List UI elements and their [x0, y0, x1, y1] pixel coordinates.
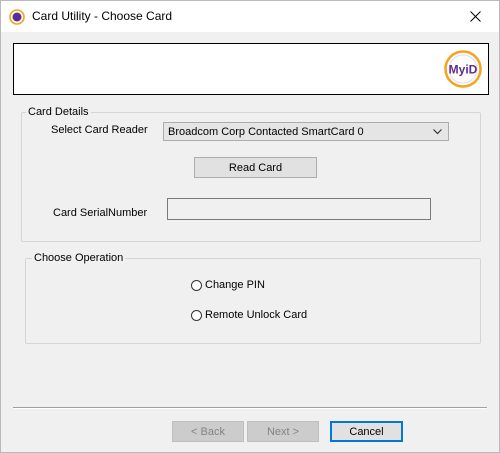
cancel-button[interactable]: Cancel [330, 421, 403, 442]
window-title: Card Utility - Choose Card [32, 9, 173, 23]
remote-unlock-label[interactable]: Remote Unlock Card [205, 309, 307, 321]
read-card-button[interactable]: Read Card [194, 157, 317, 178]
footer-divider [13, 407, 487, 409]
change-pin-radio[interactable] [191, 280, 202, 291]
myid-icon [9, 9, 25, 25]
logo-text: MyiD [449, 63, 478, 77]
select-reader-label: Select Card Reader [51, 124, 148, 136]
header-banner: MyiD [13, 43, 489, 95]
remote-unlock-radio[interactable] [191, 310, 202, 321]
dialog-window: Card Utility - Choose Card MyiD Card Det… [0, 0, 500, 453]
card-serial-field[interactable] [167, 198, 431, 220]
next-button[interactable]: Next > [247, 421, 319, 442]
card-reader-selected: Broadcom Corp Contacted SmartCard 0 [168, 126, 364, 138]
card-details-legend: Card Details [26, 106, 91, 118]
close-button[interactable] [453, 1, 499, 32]
card-reader-select[interactable]: Broadcom Corp Contacted SmartCard 0 [163, 122, 449, 141]
chevron-down-icon [433, 129, 442, 135]
choose-operation-legend: Choose Operation [32, 252, 126, 264]
change-pin-label[interactable]: Change PIN [205, 279, 265, 291]
close-icon [470, 11, 481, 22]
myid-logo: MyiD [444, 50, 482, 88]
card-serial-label: Card SerialNumber [53, 207, 148, 219]
title-bar[interactable]: Card Utility - Choose Card [1, 1, 499, 32]
back-button[interactable]: < Back [172, 421, 244, 442]
choose-operation-group: Choose Operation [25, 252, 481, 344]
